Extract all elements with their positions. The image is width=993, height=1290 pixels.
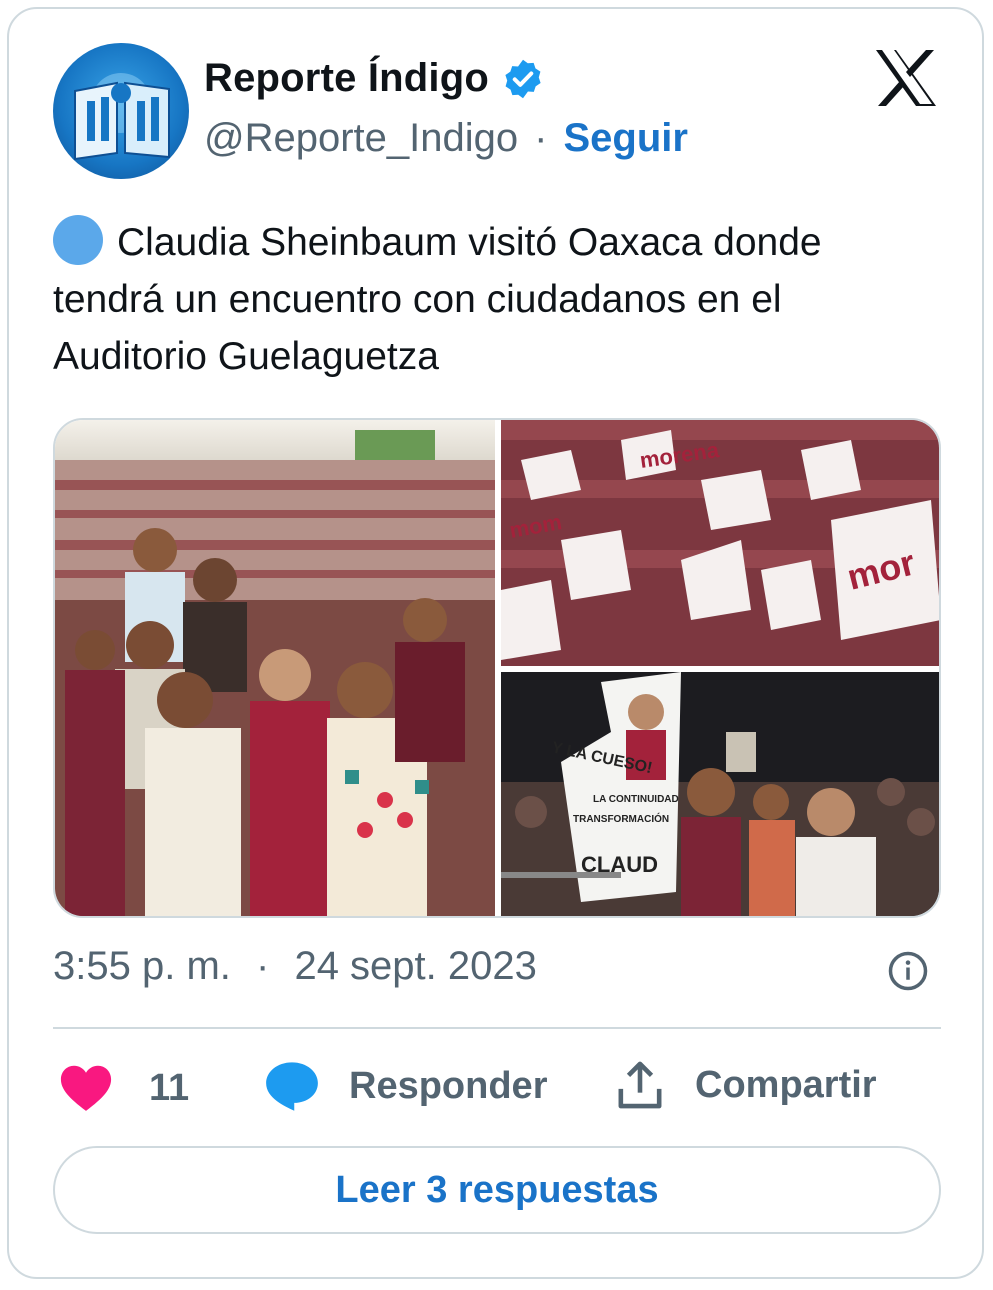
flags-crowd-image: morena mor mom [501, 420, 939, 666]
author-handle[interactable]: @Reporte_Indigo [204, 116, 518, 161]
divider [53, 1027, 941, 1029]
author-avatar[interactable] [53, 43, 189, 179]
media-photo-2[interactable]: morena mor mom [501, 420, 939, 666]
like-count: 11 [149, 1066, 190, 1109]
author-handle-row: @Reporte_Indigo · Seguir [204, 116, 688, 161]
svg-text:TRANSFORMACIÓN: TRANSFORMACIÓN [573, 812, 669, 825]
timestamp-row: 3:55 p. m. · 24 sept. 2023 [53, 944, 537, 989]
media-photo-3[interactable]: Y LA CUESO! LA CONTINUIDAD TRANSFORMACIÓ… [501, 672, 939, 916]
actions-bar: 11 Responder Compartir [53, 1060, 941, 1116]
reply-bubble-icon [266, 1062, 318, 1111]
reply-label: Responder [349, 1064, 548, 1107]
tweet-date[interactable]: 24 sept. 2023 [294, 944, 536, 988]
media-photo-1[interactable] [55, 420, 495, 916]
x-logo-icon[interactable] [874, 48, 938, 108]
verified-badge-icon [505, 59, 541, 98]
timestamp-separator: · [256, 944, 270, 988]
heart-icon [60, 1065, 112, 1111]
blue-circle-icon [53, 215, 103, 265]
share-button[interactable]: Compartir [617, 1060, 877, 1110]
group-photo-image [55, 420, 495, 916]
rally-cutout-image: Y LA CUESO! LA CONTINUIDAD TRANSFORMACIÓ… [501, 672, 939, 916]
tweet-text-block: Claudia Sheinbaum visitó Oaxaca donde te… [53, 214, 943, 385]
tweet-time[interactable]: 3:55 p. m. [53, 944, 231, 988]
author-name-row: Reporte Índigo [204, 56, 545, 101]
info-icon[interactable] [887, 950, 929, 992]
read-replies-button[interactable]: Leer 3 respuestas [53, 1146, 941, 1234]
media-grid: morena mor mom Y LA CUESO! LA CONTINUIDA… [53, 418, 941, 918]
read-replies-label: Leer 3 respuestas [335, 1168, 659, 1211]
share-label: Compartir [695, 1063, 877, 1106]
separator-dot: · [534, 116, 548, 160]
tweet-text: Claudia Sheinbaum visitó Oaxaca donde te… [53, 221, 822, 378]
like-button[interactable]: 11 [59, 1064, 189, 1112]
author-name[interactable]: Reporte Índigo [204, 56, 489, 101]
book-logo-icon [74, 73, 170, 161]
follow-button[interactable]: Seguir [563, 116, 687, 161]
svg-text:LA CONTINUIDAD: LA CONTINUIDAD [593, 794, 679, 805]
reply-button[interactable]: Responder [265, 1060, 547, 1112]
share-upload-icon [618, 1061, 662, 1109]
